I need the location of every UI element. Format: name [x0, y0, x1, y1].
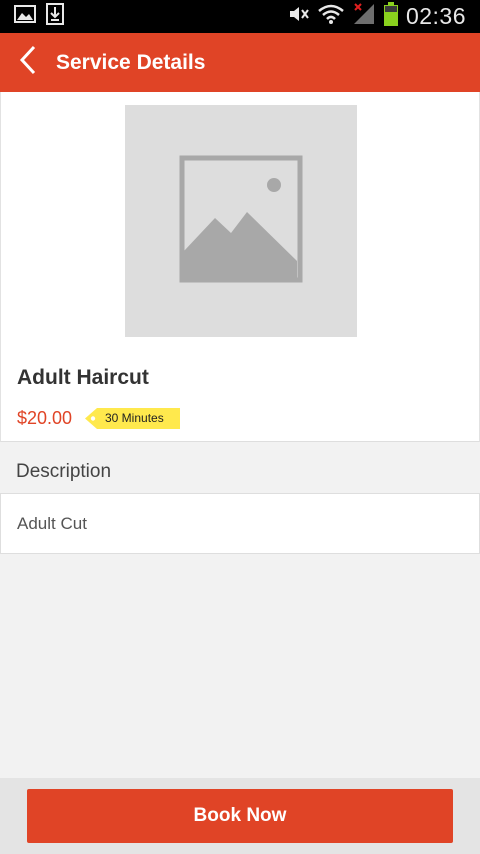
- status-time: 02:36: [405, 3, 466, 29]
- app-bar: Service Details: [0, 33, 480, 92]
- book-now-button[interactable]: Book Now: [27, 789, 453, 843]
- service-price: $20.00: [17, 408, 73, 428]
- battery-icon: [383, 2, 398, 31]
- status-bar-notifications: [0, 3, 64, 30]
- download-notification-icon: [46, 3, 64, 30]
- page-title: Service Details: [56, 50, 206, 74]
- status-bar: 02:36: [0, 0, 480, 33]
- service-image: [125, 105, 357, 337]
- duration-tag: 30 Minutes: [85, 407, 180, 429]
- image-placeholder-icon: [179, 155, 303, 288]
- signal-icon: [352, 3, 376, 30]
- tag-icon: [85, 407, 97, 429]
- mute-icon: [288, 4, 310, 29]
- service-name: Adult Haircut: [17, 366, 149, 389]
- duration-label: 30 Minutes: [97, 407, 180, 429]
- chevron-left-icon: [19, 45, 37, 80]
- back-button[interactable]: [0, 33, 56, 92]
- status-bar-system: 02:36: [288, 2, 480, 31]
- description-heading: Description: [16, 461, 112, 482]
- gallery-notification-icon: [14, 5, 36, 28]
- bottom-bar: Book Now: [0, 778, 480, 854]
- description-text: Adult Cut: [0, 493, 480, 554]
- service-card: Adult Haircut $20.00 30 Minutes: [0, 92, 480, 442]
- wifi-icon: [318, 4, 344, 29]
